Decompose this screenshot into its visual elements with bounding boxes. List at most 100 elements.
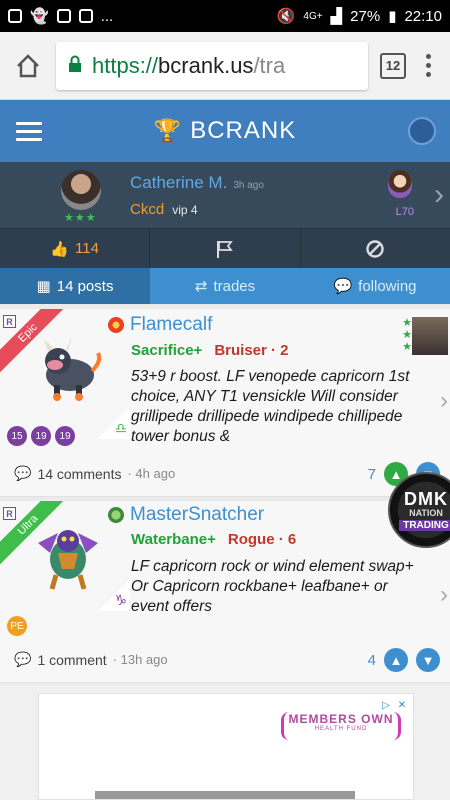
post-tag-primary: Sacrifice+ (131, 342, 203, 359)
character-avatar (388, 170, 412, 198)
like-count: 114 (75, 240, 99, 257)
downvote-button[interactable]: ▼ (416, 648, 440, 672)
battery-icon: ▮ (388, 8, 397, 25)
tab-trades-label: trades (213, 277, 256, 295)
profile-level: L70 (395, 206, 414, 218)
home-icon[interactable] (12, 50, 44, 82)
profile-tabs: ▦ 14 posts ⇄ trades 💬 following (0, 268, 450, 304)
post-user-avatar[interactable] (412, 317, 448, 355)
ad-close-icon[interactable]: ✕ (395, 698, 409, 712)
profile-name[interactable]: Catherine M. (130, 173, 227, 193)
level-badge: PE (7, 616, 27, 636)
level-badge: 15 (7, 426, 27, 446)
tab-posts-label: 14 posts (56, 277, 114, 295)
post-text: 53+9 r boost. LF venopede capricorn 1st … (131, 368, 410, 445)
url-field[interactable]: https://bcrank.us/tra (56, 41, 368, 90)
dragon-image (38, 530, 98, 590)
dmk-line3: TRADING (399, 519, 450, 531)
more-notifications-dots: ... (100, 7, 114, 25)
post-time: · 4h ago (127, 466, 176, 481)
like-button[interactable]: 👍 114 (0, 229, 151, 268)
dmk-line2: NATION (409, 507, 443, 518)
dmk-line1: DMK (404, 488, 448, 509)
post-card[interactable]: Epic R ♎ Flamecalf Sacrifice+ Bruiser · … (0, 309, 450, 497)
avatar[interactable] (61, 170, 101, 210)
battery-percent: 27% (350, 7, 381, 25)
url-scheme: https:// (92, 52, 159, 78)
tab-following[interactable]: 💬 following (300, 268, 450, 304)
tab-trades[interactable]: ⇄ trades (150, 268, 300, 304)
post-tag-secondary: Bruiser · 2 (214, 342, 289, 359)
flag-icon (216, 240, 233, 258)
post-text: LF capricorn rock or wind element swap+ … (131, 558, 414, 615)
fire-element-icon (108, 317, 124, 333)
alarm-notification-icon (56, 9, 71, 23)
post-title[interactable]: MasterSnatcher (130, 504, 264, 526)
leaf-element-icon (108, 507, 124, 523)
profile-stars: ★★★ (64, 212, 97, 224)
ad-line1: MEMBERS OWN (288, 712, 394, 726)
block-button[interactable] (301, 229, 450, 268)
post-card[interactable]: Ultra R ♑ MasterSnatcher Waterbane+ Rogu… (0, 501, 450, 683)
comment-count[interactable]: 14 comments (37, 466, 121, 482)
brand-name: BCRANK (190, 117, 297, 144)
ad-info-icon[interactable]: ▷ (379, 698, 393, 712)
level-badge: 19 (55, 426, 75, 446)
signal-icon: ▟ (330, 8, 343, 25)
trophy-icon: 🏆 (153, 118, 183, 143)
tab-switcher-button[interactable]: 12 (380, 52, 406, 79)
exchange-icon: ⇄ (194, 278, 208, 295)
block-icon (366, 239, 385, 258)
snapchat-icon: 👻 (30, 8, 49, 25)
post-tag-primary: Waterbane+ (131, 531, 216, 548)
chevron-right-icon[interactable]: › (434, 178, 444, 212)
rarity-badge: R (3, 315, 16, 328)
report-button[interactable] (150, 229, 301, 268)
network-label: 4G+ (303, 10, 323, 22)
post-time: · 13h ago (112, 652, 168, 667)
vote-count: 7 (367, 465, 376, 483)
brand-logo: 🏆 BCRANK (0, 117, 450, 145)
profile-vip: vip 4 (172, 202, 198, 217)
dragon-image (44, 337, 102, 401)
url-host: bcrank.us (158, 52, 254, 78)
ad-logo: MEMBERS OWN HEALTH FUND (281, 712, 401, 740)
browser-menu-icon[interactable] (418, 54, 438, 77)
comments-icon: 💬 (14, 465, 32, 481)
ad-area: MEMBERS OWN HEALTH FUND ▷ ✕ (0, 685, 450, 800)
chevron-right-icon[interactable]: › (440, 581, 448, 609)
clock: 22:10 (404, 7, 442, 25)
ad-image-bar (95, 791, 355, 799)
sd-card-icon (78, 9, 93, 23)
profile-clan[interactable]: Ckcd (130, 201, 164, 218)
post-title[interactable]: Flamecalf (130, 314, 212, 336)
app-header: 🏆 BCRANK (0, 100, 450, 162)
chevron-right-icon[interactable]: › (440, 387, 448, 415)
profile-actions: 👍 114 (0, 228, 450, 268)
chat-icon: 💬 (333, 278, 353, 295)
lock-icon (68, 53, 82, 79)
comments-icon: 💬 (14, 651, 32, 667)
profile-header[interactable]: ★★★ Catherine M. 3h ago Ckcd vip 4 L70 › (0, 162, 450, 228)
thumbs-up-icon: 👍 (50, 240, 70, 258)
grid-icon: ▦ (36, 278, 51, 295)
ad-line2: HEALTH FUND (314, 726, 368, 732)
post-user-stars: ★ ★ ★ (402, 317, 412, 353)
hamburger-menu-icon[interactable] (16, 121, 42, 141)
rarity-badge: R (3, 507, 16, 520)
profile-time: 3h ago (233, 179, 264, 191)
level-badge: 19 (31, 426, 51, 446)
tab-posts[interactable]: ▦ 14 posts (0, 268, 150, 304)
upvote-button[interactable]: ▲ (384, 648, 408, 672)
url-path: /tra (253, 52, 286, 78)
image-notification-icon (8, 9, 22, 23)
tab-following-label: following (358, 277, 417, 295)
browser-toolbar: https://bcrank.us/tra 12 (0, 32, 450, 100)
mute-icon: 🔇 (276, 8, 296, 25)
element-badge: ♎ (98, 407, 130, 439)
post-tag-secondary: Rogue · 6 (227, 531, 297, 548)
globe-icon[interactable] (408, 117, 436, 145)
comment-count[interactable]: 1 comment (37, 652, 106, 668)
status-bar: 👻 ... 🔇 4G+ ▟ 27% ▮ 22:10 (0, 0, 450, 32)
advertisement[interactable]: MEMBERS OWN HEALTH FUND ▷ ✕ (38, 693, 414, 800)
